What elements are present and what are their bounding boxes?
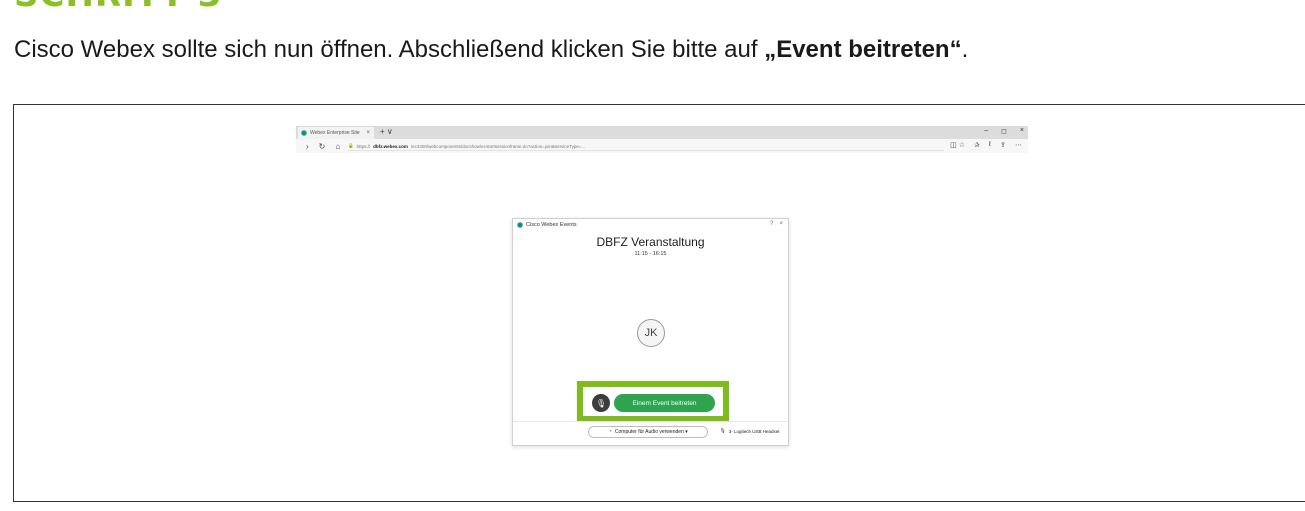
audio-select-button[interactable]: ◔ Computer für Audio verwenden ▾ [588,426,708,438]
avatar: JK [637,319,665,347]
dialog-titlebar: Cisco Webex Events [517,222,577,228]
browser-window: Webex Enterprise Site × + ∨ – ◻ × › ↻ ⌂ … [296,126,1028,156]
dialog-divider [513,421,788,422]
more-icon[interactable]: ⋯ [1015,141,1022,149]
instruction-lead: Cisco Webex sollte sich nun öffnen. Absc… [14,36,765,63]
webex-logo-icon [517,222,523,228]
refresh-icon[interactable]: ↻ [319,142,326,151]
dialog-controls: ? × [770,221,783,227]
url-prefix: https:// [356,143,371,149]
instruction-emphasis: „Event beitreten“ [764,36,962,63]
audio-label: Computer für Audio verwenden ▾ [614,429,688,435]
address-bar: › ↻ ⌂ 🔒 https://dbfz.webex.com/ec3300/we… [296,139,1028,153]
url-host: dbfz.webex.com [373,143,408,149]
minimize-icon[interactable]: – [984,127,988,135]
microphone-mute-button[interactable]: 🎙 [592,394,610,412]
lock-icon: 🔒 [348,143,354,148]
window-controls: – ◻ × [984,127,1024,135]
step-heading: SCHRITT 3 [14,0,222,12]
maximize-icon[interactable]: ◻ [1001,127,1007,135]
help-icon[interactable]: ? [770,221,773,227]
browser-tab[interactable]: Webex Enterprise Site × [298,127,374,139]
favorites-icon[interactable]: ✰ [974,141,980,149]
close-icon[interactable]: × [779,221,783,227]
tab-title: Webex Enterprise Site [310,130,360,136]
headset-label: 3- Logitech USB Headset [728,428,780,434]
event-title: DBFZ Veranstaltung [596,235,705,249]
instruction-text: Cisco Webex sollte sich nun öffnen. Absc… [14,36,968,64]
microphone-icon: 🎙 [720,428,726,433]
home-icon[interactable]: ⌂ [335,142,340,151]
webex-favicon-icon [301,130,307,136]
computer-audio-icon: ◔ [608,429,612,435]
notes-icon[interactable]: ℓ [989,141,991,149]
url-field[interactable]: 🔒 https://dbfz.webex.com/ec3300/webcompo… [348,142,944,151]
url-path: /ec3300/webcomponents/docshow/ecstartses… [410,143,586,149]
headset-selector[interactable]: 🎙 3- Logitech USB Headset [720,428,780,434]
reading-view-favorite-icon[interactable]: ◫ ☆ [950,141,965,149]
close-window-icon[interactable]: × [1020,127,1024,135]
share-icon[interactable]: ⇪ [1000,141,1006,149]
new-tab-button[interactable]: + ∨ [380,127,393,136]
back-icon[interactable]: › [306,142,309,151]
tab-strip: Webex Enterprise Site × + ∨ – ◻ × [296,126,1028,139]
event-time: 11:15 - 16:15 [634,251,667,257]
join-event-button[interactable]: Einem Event beitreten [614,394,715,412]
dialog-app-title: Cisco Webex Events [526,222,577,228]
instruction-end: . [961,36,969,63]
tab-close-icon[interactable]: × [366,130,370,136]
browser-toolbar: ◫ ☆ ✰ ℓ ⇪ ⋯ [950,141,1022,149]
